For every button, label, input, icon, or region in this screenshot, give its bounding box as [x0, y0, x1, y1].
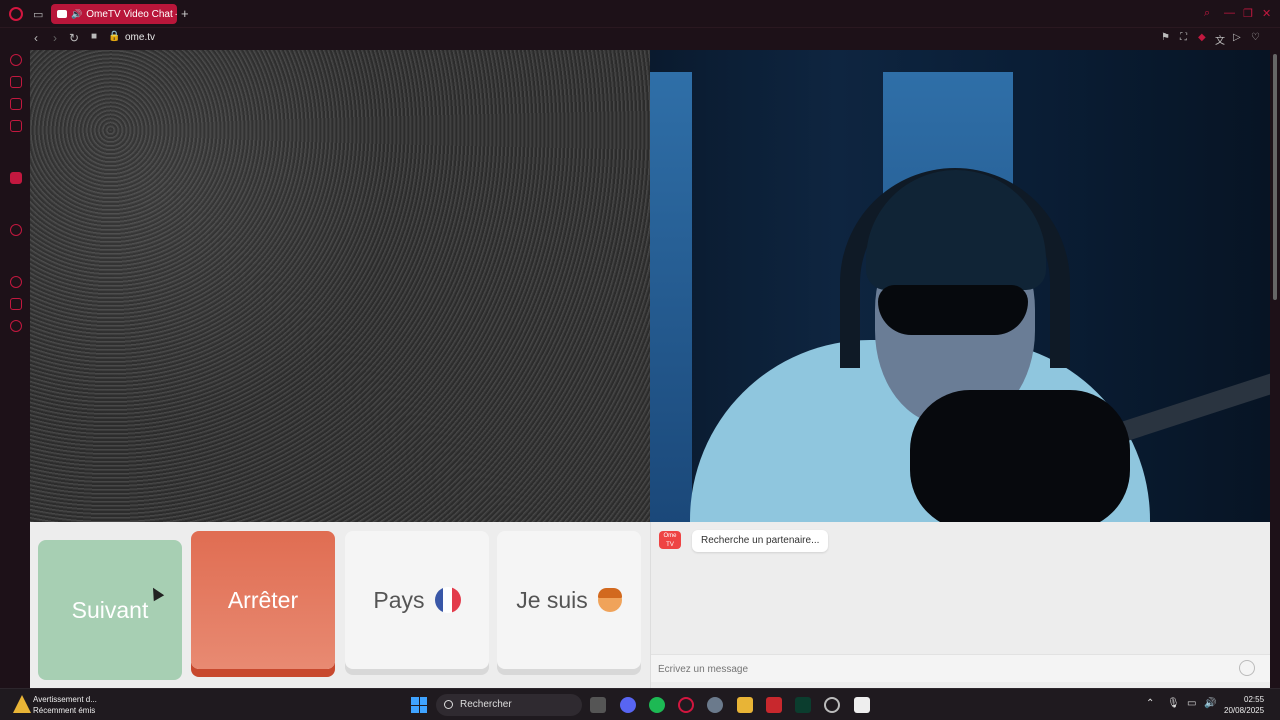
- notification-subtitle: Récemment émis: [33, 706, 96, 715]
- tab-ometv[interactable]: 🔊 OmeTV Video Chat —: [51, 4, 177, 24]
- chat-input-bar: [651, 654, 1271, 682]
- stop-label: Arrêter: [227, 586, 299, 613]
- ometv-favicon-icon: [57, 10, 67, 18]
- page-scrollbar[interactable]: [1270, 50, 1280, 688]
- new-tab-button[interactable]: +: [181, 6, 189, 21]
- capcut-icon[interactable]: [854, 697, 870, 713]
- pocket-icon[interactable]: ◆: [1198, 32, 1206, 43]
- emoji-picker-icon[interactable]: [1239, 660, 1255, 676]
- control-buttons: Suivant Arrêter Pays Je suis: [30, 522, 650, 688]
- microphone: [910, 390, 1130, 522]
- next-button[interactable]: Suivant: [38, 540, 182, 680]
- play-icon[interactable]: ▷: [1233, 32, 1241, 43]
- scroll-thumb[interactable]: [1273, 54, 1277, 300]
- bookmark-icon[interactable]: ⚑: [1161, 32, 1170, 43]
- forward-icon[interactable]: ›: [53, 31, 57, 45]
- spotify-icon[interactable]: [649, 697, 665, 713]
- reload-icon[interactable]: ↻: [69, 31, 79, 45]
- gender-label: Je suis: [516, 586, 588, 613]
- twitch-icon[interactable]: [10, 172, 22, 184]
- search-icon: [444, 700, 453, 709]
- message-input[interactable]: [658, 661, 1218, 677]
- taskbar-search[interactable]: Rechercher: [436, 694, 582, 716]
- volume-icon[interactable]: 🔊: [1204, 698, 1216, 709]
- background-door-left: [650, 72, 692, 522]
- notification[interactable]: Avertissement d... Récemment émis: [33, 694, 97, 716]
- tray-chevron-icon[interactable]: ⌃: [1146, 698, 1154, 709]
- browser-window: ▭ 🔊 OmeTV Video Chat — + ⌕ — ❐ ✕ ‹ › ↻ ■ …: [0, 0, 1280, 711]
- mic-tray-icon[interactable]: 🎙: [1167, 698, 1180, 709]
- messenger-icon[interactable]: [10, 120, 22, 132]
- translate-icon[interactable]: 文: [1215, 32, 1225, 47]
- voicemeeter-icon[interactable]: [766, 697, 782, 713]
- notification-title: Avertissement d...: [33, 695, 97, 704]
- opera-logo-icon[interactable]: [9, 7, 23, 21]
- clock[interactable]: 02:55 20/08/2025: [1224, 694, 1264, 716]
- history-icon[interactable]: [10, 276, 22, 288]
- boy-emoji-icon: [597, 588, 622, 612]
- gx-corner-icon[interactable]: [10, 76, 22, 88]
- obs-icon[interactable]: [824, 697, 840, 713]
- ometv-logo-icon: Ome TV: [659, 531, 681, 549]
- opera-sidebar: GX: [0, 50, 30, 711]
- extensions-icon[interactable]: [10, 298, 22, 310]
- url-text[interactable]: ome.tv: [125, 32, 155, 43]
- heart-icon[interactable]: ♡: [1251, 32, 1260, 43]
- settings-icon[interactable]: [10, 320, 22, 332]
- clock-date: 20/08/2025: [1224, 706, 1265, 715]
- lock-icon: 🔒: [108, 31, 121, 42]
- gender-button[interactable]: Je suis: [497, 531, 641, 669]
- settings-taskbar-icon[interactable]: [707, 697, 723, 713]
- news-icon[interactable]: [10, 98, 22, 110]
- nvidia-icon[interactable]: [795, 697, 811, 713]
- sunglasses: [878, 285, 1028, 335]
- search-label: Rechercher: [460, 699, 512, 710]
- chat-panel: Ome TV Recherche un partenaire...: [650, 522, 1271, 688]
- start-button-icon[interactable]: [411, 697, 427, 713]
- network-icon[interactable]: ▭: [1187, 698, 1196, 709]
- next-label: Suivant: [71, 596, 149, 623]
- france-flag-icon: [434, 587, 461, 613]
- workspaces-icon[interactable]: ▭: [33, 8, 43, 21]
- discord-icon[interactable]: [620, 697, 636, 713]
- gx-control-icon[interactable]: [10, 54, 22, 66]
- self-video: [650, 50, 1270, 522]
- clock-time: 02:55: [1244, 695, 1265, 704]
- country-button[interactable]: Pays: [345, 531, 489, 669]
- opera-gx-taskbar-icon[interactable]: [678, 697, 694, 713]
- status-message: Recherche un partenaire...: [692, 530, 829, 552]
- snapshot-icon[interactable]: ⛶: [1180, 32, 1187, 43]
- player-icon[interactable]: [10, 224, 22, 236]
- minimize-icon[interactable]: —: [1224, 7, 1235, 19]
- partner-video: [30, 50, 650, 522]
- windows-taskbar: Avertissement d... Récemment émis Recher…: [0, 688, 1280, 720]
- ometv-page: Suivant Arrêter Pays Je suis Ome TV Rech…: [30, 50, 1271, 688]
- restore-icon[interactable]: ❐: [1243, 7, 1253, 20]
- task-view-icon[interactable]: [590, 697, 606, 713]
- search-tabs-icon[interactable]: ⌕: [1204, 7, 1210, 20]
- tab-title: OmeTV Video Chat —: [86, 9, 177, 20]
- tab-bar: ▭ 🔊 OmeTV Video Chat — + ⌕ — ❐ ✕: [0, 0, 1280, 28]
- country-label: Pays: [373, 586, 425, 613]
- file-explorer-icon[interactable]: [737, 697, 753, 713]
- close-icon[interactable]: ✕: [1262, 7, 1271, 20]
- speaker-icon[interactable]: 🔊: [71, 9, 82, 19]
- stop-button[interactable]: Arrêter: [191, 531, 335, 669]
- back-icon[interactable]: ‹: [34, 31, 38, 45]
- warning-icon[interactable]: [13, 695, 31, 713]
- camera-icon[interactable]: ■: [91, 31, 97, 42]
- address-bar: ‹ › ↻ ■ 🔒 ome.tv ⚑ ⛶ ◆ 文 ▷ ♡: [0, 28, 1280, 50]
